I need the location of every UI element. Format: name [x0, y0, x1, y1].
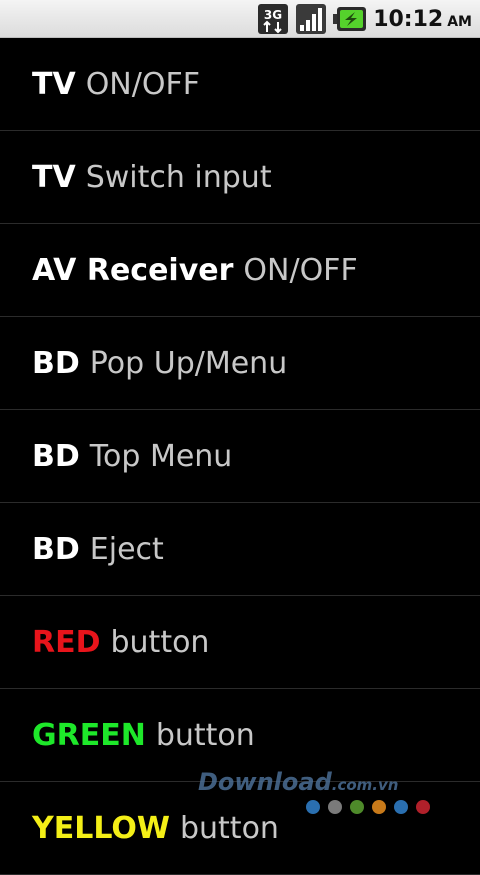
device-label: BD [32, 531, 80, 567]
command-list-item[interactable]: YELLOW button [0, 782, 480, 875]
command-label: button [155, 717, 255, 753]
command-list-item[interactable]: BD Pop Up/Menu [0, 317, 480, 410]
battery-charging-icon [333, 7, 367, 31]
device-label: TV [32, 66, 76, 102]
command-list-item[interactable]: TV ON/OFF [0, 38, 480, 131]
device-label: BD [32, 438, 80, 474]
device-label: YELLOW [32, 810, 170, 846]
status-icons: 3G 10:12 AM [257, 0, 472, 38]
clock: 10:12 AM [373, 7, 472, 32]
command-label: ON/OFF [243, 252, 358, 288]
network-label: 3G [264, 8, 282, 22]
device-label: TV [32, 159, 76, 195]
signal-strength-icon [296, 4, 327, 34]
command-label: Top Menu [89, 438, 233, 474]
command-label: Switch input [85, 159, 272, 195]
clock-time: 10:12 [373, 6, 444, 32]
command-list: TV ON/OFF TV Switch input AV Receiver ON/OFF B… [0, 38, 480, 875]
device-label: RED [32, 624, 101, 660]
command-label: Eject [89, 531, 164, 567]
command-list-item[interactable]: TV Switch input [0, 131, 480, 224]
command-label: button [179, 810, 279, 846]
device-label: BD [32, 345, 80, 381]
command-list-item[interactable]: RED button [0, 596, 480, 689]
command-list-item[interactable]: GREEN button [0, 689, 480, 782]
command-list-item[interactable]: AV Receiver ON/OFF [0, 224, 480, 317]
command-list-item[interactable]: BD Eject [0, 503, 480, 596]
clock-ampm: AM [447, 13, 472, 30]
status-bar: 3G 10:12 AM [0, 0, 480, 38]
command-label: Pop Up/Menu [89, 345, 288, 381]
command-label: ON/OFF [85, 66, 200, 102]
device-label: GREEN [32, 717, 146, 753]
network-3g-icon: 3G [258, 4, 289, 34]
command-label: button [110, 624, 210, 660]
command-list-item[interactable]: BD Top Menu [0, 410, 480, 503]
device-label: AV Receiver [32, 252, 234, 288]
